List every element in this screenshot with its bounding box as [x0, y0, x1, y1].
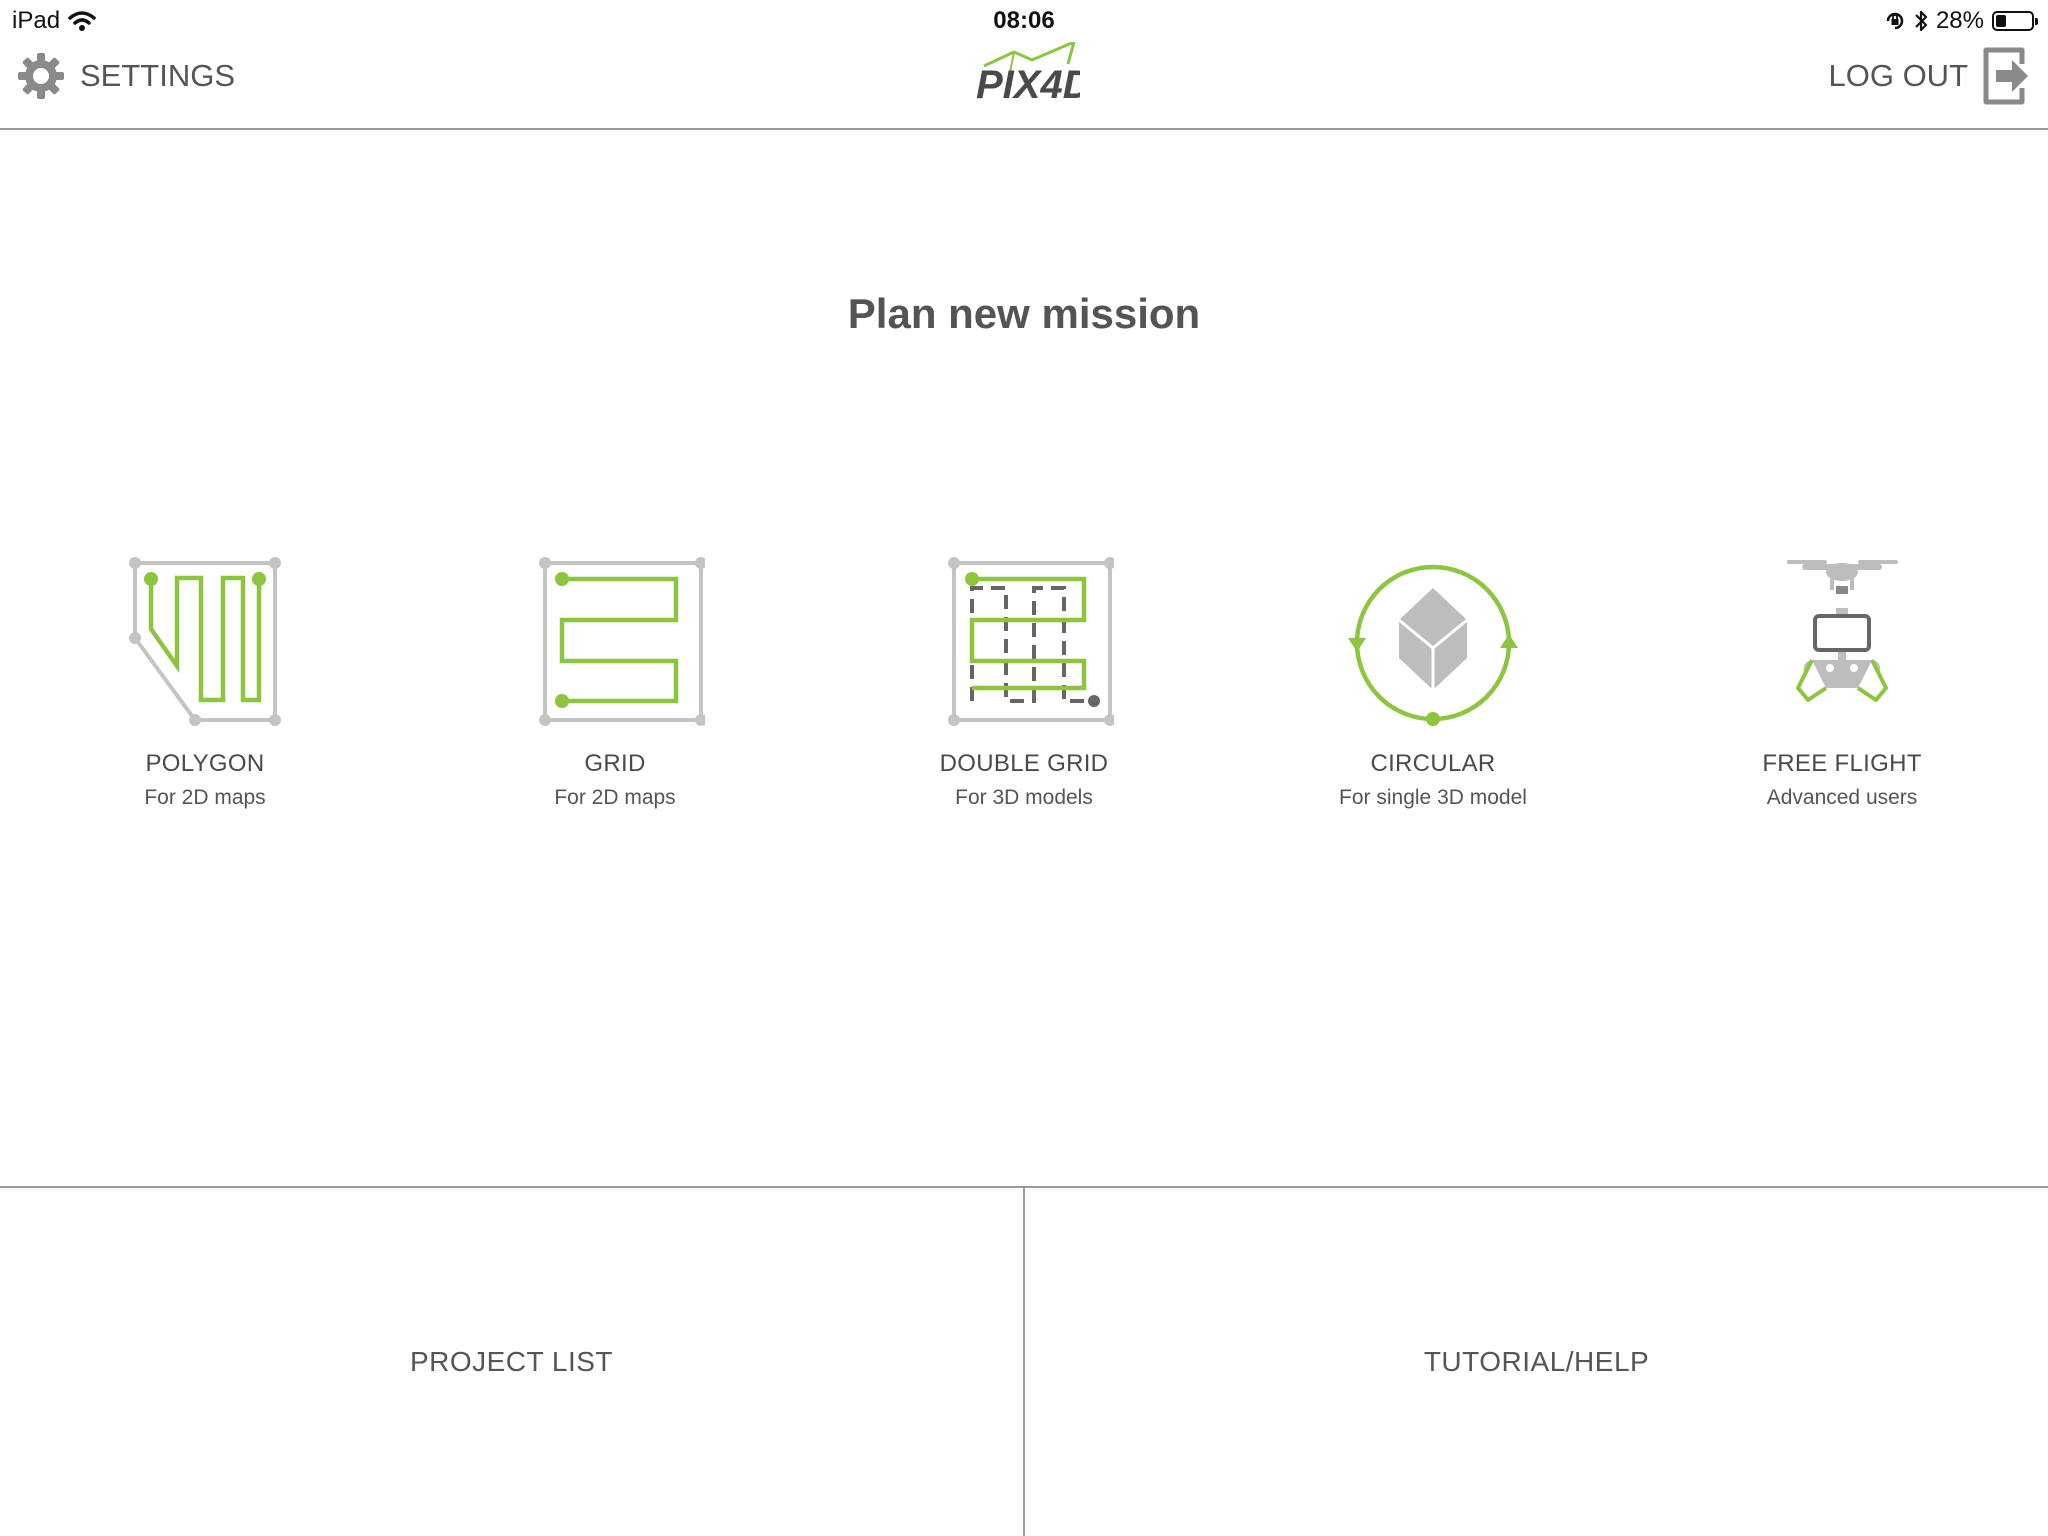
page-title: Plan new mission: [847, 290, 1201, 337]
mode-subtitle: For 2D maps: [554, 786, 676, 809]
header: SETTINGS PIX4D LOG OUT: [0, 40, 2048, 130]
mode-polygon[interactable]: POLYGON For 2D maps: [55, 548, 355, 810]
mode-label: POLYGON: [145, 750, 265, 777]
gear-icon: [18, 53, 64, 99]
logo-text: PIX4D: [976, 63, 1080, 106]
mode-label: GRID: [584, 750, 646, 777]
project-list-label: PROJECT LIST: [409, 1346, 614, 1377]
bottom-bar: PROJECT LIST TUTORIAL/HELP: [0, 1186, 2048, 1536]
status-bar: iPad 08:06 28%: [0, 0, 2048, 40]
battery-percent: 28%: [1935, 7, 1984, 34]
mode-label: FREE FLIGHT: [1762, 750, 1922, 777]
logout-icon: [1983, 47, 2028, 105]
settings-label: SETTINGS: [80, 58, 236, 93]
mode-subtitle: For 3D models: [955, 786, 1093, 809]
project-list-button[interactable]: PROJECT LIST: [0, 1188, 1025, 1536]
status-right: 28%: [1884, 7, 2038, 35]
settings-button[interactable]: SETTINGS: [16, 40, 235, 112]
logout-label: LOG OUT: [1828, 58, 1968, 93]
drone-icon: [1787, 560, 1898, 594]
bluetooth-icon: [1915, 10, 1928, 32]
mode-subtitle: For 2D maps: [144, 786, 266, 809]
mode-grid[interactable]: GRID For 2D maps: [465, 548, 765, 810]
circular-mission-icon: [1348, 564, 1518, 726]
free-flight-icon: [1787, 560, 1898, 702]
polygon-mission-icon: [129, 557, 281, 726]
tutorial-help-label: TUTORIAL/HELP: [1423, 1346, 1650, 1377]
orientation-lock-icon: [1886, 12, 1904, 30]
mode-double-grid[interactable]: DOUBLE GRID For 3D models: [874, 548, 1174, 810]
remote-controller-icon: [1796, 659, 1888, 702]
mode-subtitle: For single 3D model: [1339, 786, 1527, 809]
mode-free-flight[interactable]: FREE FLIGHT Advanced users: [1692, 548, 1992, 810]
logout-button[interactable]: LOG OUT: [1828, 40, 2032, 112]
mode-subtitle: Advanced users: [1766, 786, 1918, 809]
grid-mission-icon: [539, 557, 705, 726]
pix4d-logo: PIX4D: [976, 42, 1080, 106]
mode-label: DOUBLE GRID: [939, 750, 1109, 777]
tablet-icon: [1813, 614, 1871, 652]
clock: 08:06: [993, 7, 1055, 34]
double-grid-mission-icon: [948, 557, 1114, 726]
battery-icon: [1992, 11, 2038, 31]
mode-circular[interactable]: CIRCULAR For single 3D model: [1283, 548, 1583, 810]
tutorial-help-button[interactable]: TUTORIAL/HELP: [1025, 1188, 2048, 1536]
mode-label: CIRCULAR: [1370, 750, 1496, 777]
